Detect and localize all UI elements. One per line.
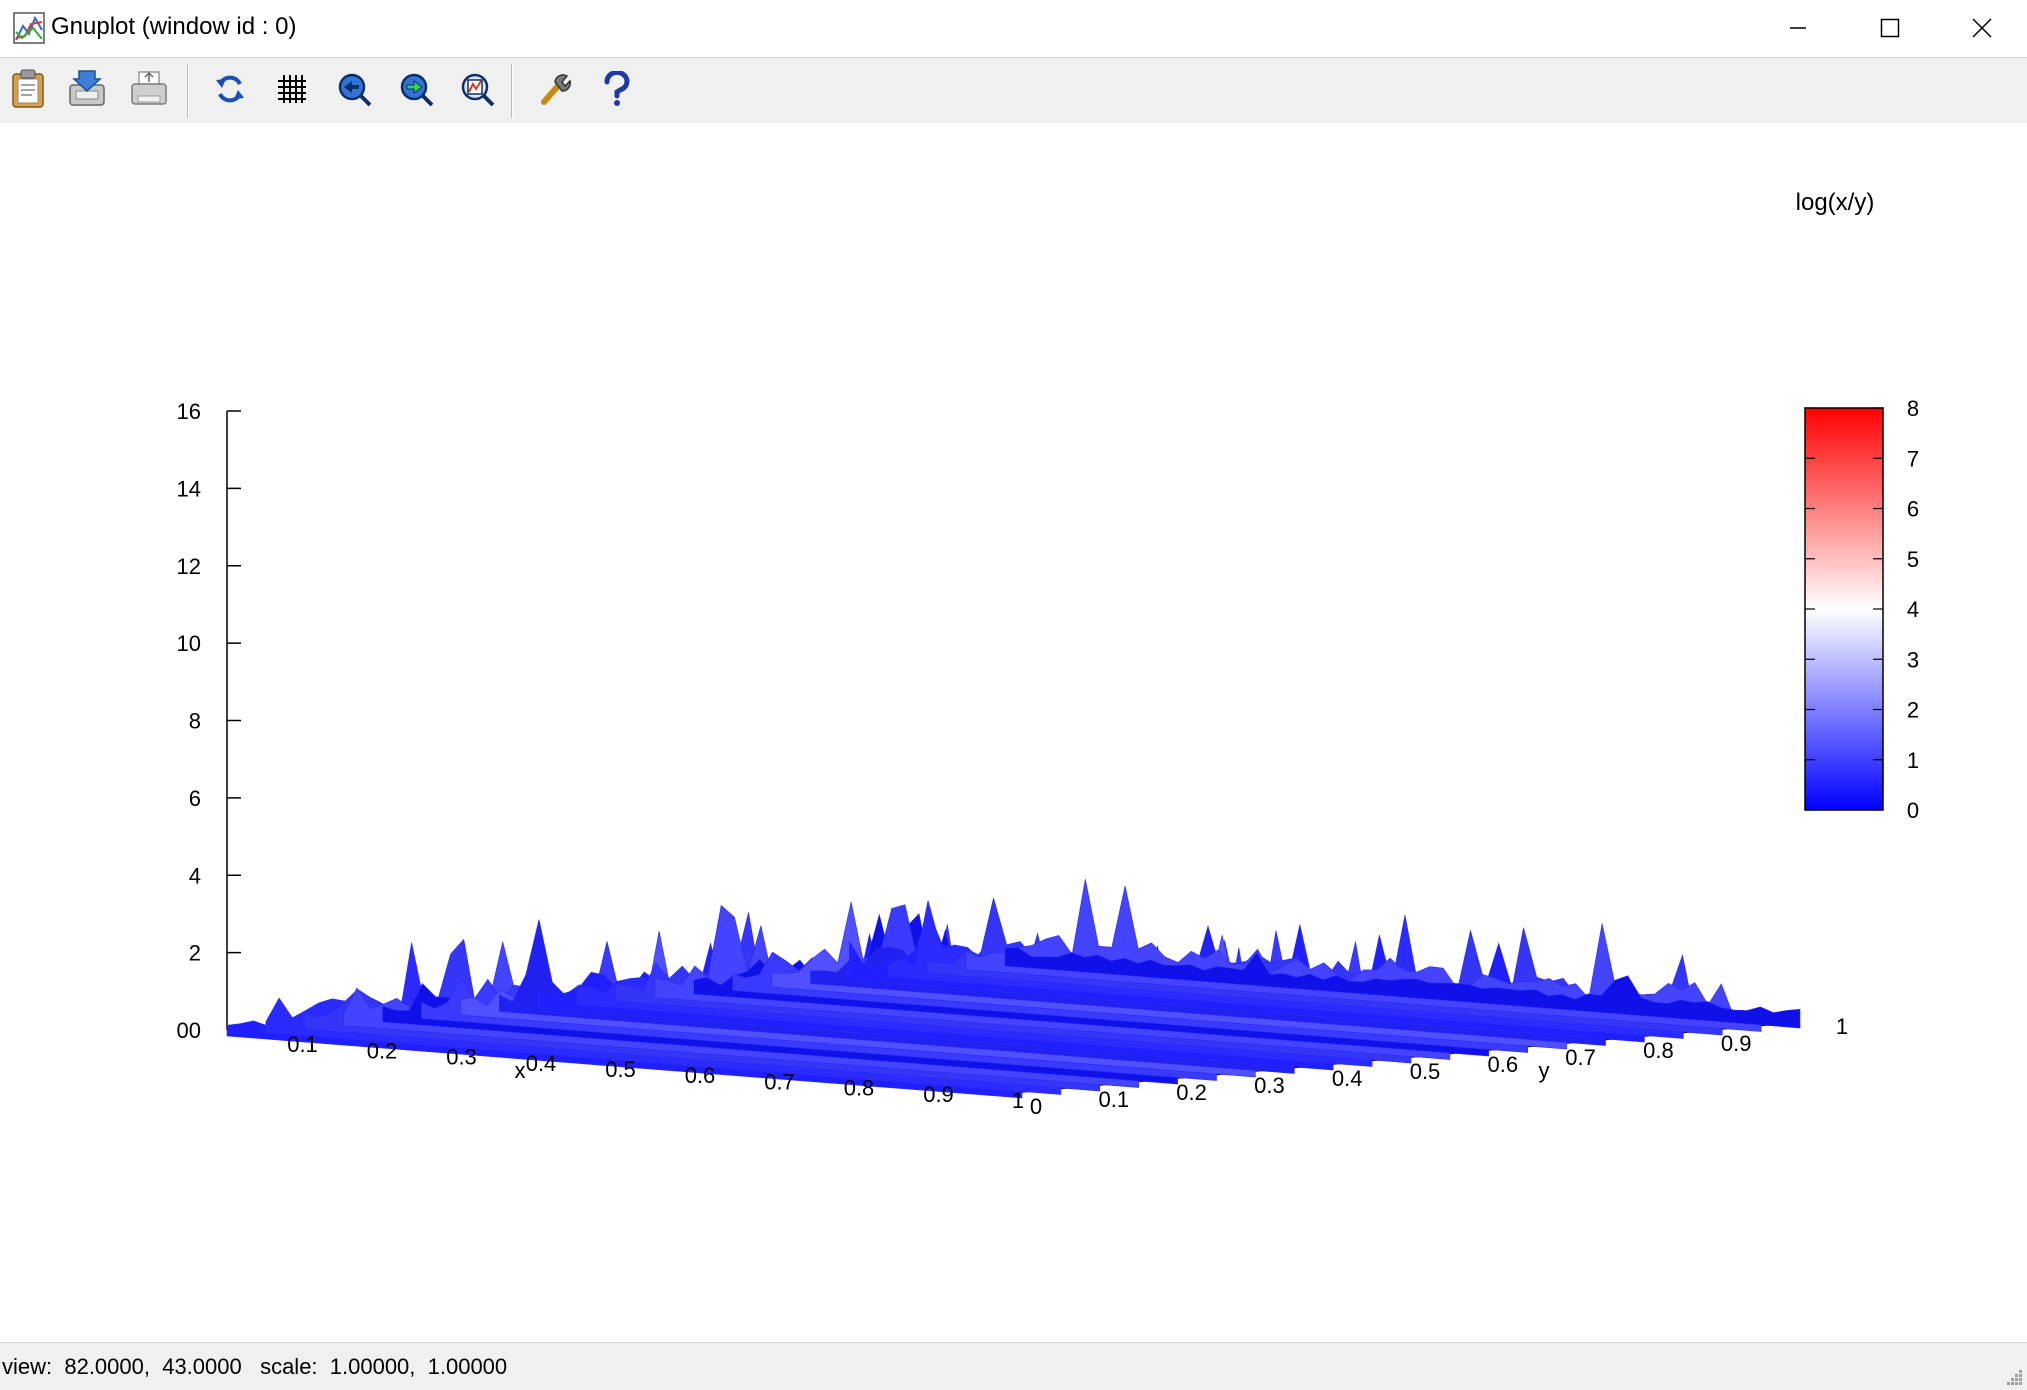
y-tick-label: 0.4 <box>1332 1066 1363 1091</box>
colorbox: 8 7 6 5 4 3 2 1 0 <box>1804 396 1919 823</box>
z-tick-label: 12 <box>177 554 201 579</box>
plot-title: log(x/y) <box>1796 189 1875 216</box>
colorbox-tick-label: 2 <box>1907 698 1919 723</box>
zoom-forward-icon <box>400 73 434 107</box>
colorbox-tick-label: 3 <box>1907 647 1919 672</box>
autoscale-icon <box>461 73 495 107</box>
y-tick-label: 0.5 <box>1410 1059 1441 1084</box>
help-button[interactable] <box>597 68 637 110</box>
z-tick-label: 8 <box>189 709 201 734</box>
x-tick-label: 0.6 <box>685 1063 716 1088</box>
options-button[interactable] <box>535 68 575 110</box>
wrench-icon <box>541 74 571 105</box>
copy-clipboard-button[interactable] <box>8 68 48 110</box>
y-tick-label: 0 <box>1030 1094 1042 1119</box>
zoom-next-button[interactable] <box>396 68 436 110</box>
window-title: Gnuplot (window id : 0) <box>51 13 297 40</box>
save-button[interactable] <box>67 68 107 110</box>
replot-button[interactable] <box>210 68 250 110</box>
x-tick-label: 1 <box>1012 1088 1024 1113</box>
zoom-back-icon <box>338 73 372 107</box>
close-icon <box>1972 18 1992 38</box>
minimize-button[interactable] <box>1752 0 1844 56</box>
y-tick-label: 0.2 <box>1176 1080 1207 1105</box>
x-axis-label: x <box>515 1058 526 1083</box>
y-tick-label: 0.7 <box>1565 1045 1596 1070</box>
colorbox-tick-label: 4 <box>1907 597 1919 622</box>
toolbar-separator <box>511 64 513 118</box>
close-button[interactable] <box>1936 0 2027 56</box>
colorbox-gradient <box>1804 407 1884 811</box>
gnuplot-app-icon <box>13 12 45 44</box>
y-tick-label: 0.9 <box>1721 1031 1752 1056</box>
x-tick-label: 0.9 <box>923 1082 954 1107</box>
title-bar: Gnuplot (window id : 0) <box>0 0 2027 56</box>
save-icon <box>69 70 105 106</box>
plot-area[interactable]: 161412108642000.1 0.2 0.3 0.4 0.5 0.6 0.7 0.8 0.… <box>0 122 2027 1342</box>
maximize-button[interactable] <box>1844 0 1936 56</box>
z-tick-label: 6 <box>189 786 201 811</box>
printer-icon <box>131 71 167 105</box>
grid-icon <box>278 75 306 103</box>
print-button[interactable] <box>129 68 169 110</box>
colorbox-tick-label: 6 <box>1907 497 1919 522</box>
y-tick-label: 1 <box>1836 1014 1848 1039</box>
z-tick-label: 16 <box>177 399 201 424</box>
toolbar-separator <box>187 64 189 118</box>
help-icon <box>604 71 630 106</box>
x-tick-label: 0.8 <box>844 1076 875 1101</box>
z-tick-label: 4 <box>189 863 201 888</box>
y-tick-label: 0.1 <box>1099 1087 1130 1112</box>
colorbox-tick-label: 0 <box>1907 798 1919 823</box>
refresh-icon <box>216 75 244 103</box>
status-bar: view: 82.0000, 43.0000 scale: 1.00000, 1… <box>0 1342 2027 1390</box>
resize-grip-icon[interactable] <box>2005 1368 2023 1386</box>
autoscale-button[interactable] <box>457 68 497 110</box>
y-axis-label: y <box>1539 1058 1550 1083</box>
toolbar <box>0 57 2027 123</box>
x-tick-label: 0.2 <box>367 1038 398 1063</box>
x-tick-label: 0.3 <box>446 1045 477 1070</box>
colorbox-tick-label: 7 <box>1907 446 1919 471</box>
z-tick-label: 14 <box>177 476 201 501</box>
z-tick-label: 10 <box>177 631 201 656</box>
colorbox-tick-label: 8 <box>1907 396 1919 421</box>
x-tick-label: 0.1 <box>287 1032 318 1057</box>
status-text: view: 82.0000, 43.0000 scale: 1.00000, 1… <box>2 1354 508 1379</box>
x-tick-label: 0.7 <box>764 1069 795 1094</box>
z-tick-label: 00 <box>177 1018 201 1043</box>
clipboard-icon <box>12 69 44 108</box>
x-tick-label: 0.5 <box>605 1057 636 1082</box>
y-tick-label: 0.6 <box>1488 1052 1519 1077</box>
colorbox-tick-label: 1 <box>1907 748 1919 773</box>
y-tick-label: 0.8 <box>1643 1038 1674 1063</box>
y-tick-label: 0.3 <box>1254 1073 1285 1098</box>
z-tick-label: 2 <box>189 941 201 966</box>
x-tick-label: 0.4 <box>526 1051 557 1076</box>
grid-button[interactable] <box>272 68 312 110</box>
colorbox-tick-label: 5 <box>1907 547 1919 572</box>
maximize-icon <box>1880 18 1900 38</box>
zoom-previous-button[interactable] <box>334 68 374 110</box>
minimize-icon <box>1790 27 1806 29</box>
